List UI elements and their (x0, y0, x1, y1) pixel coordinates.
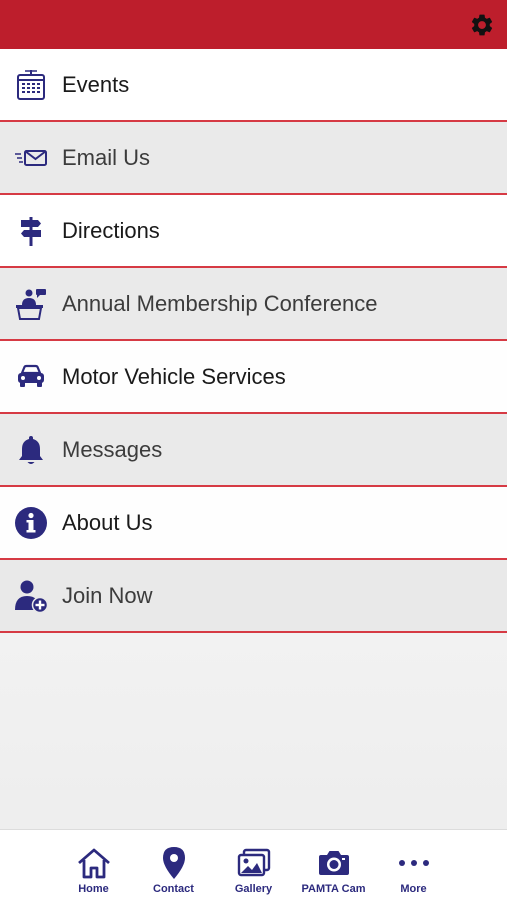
conference-speaker-icon (13, 286, 49, 322)
tab-contact[interactable]: Contact (134, 830, 214, 900)
more-icon (397, 846, 431, 880)
signpost-icon (13, 213, 49, 249)
menu-item-email-us[interactable]: Email Us (0, 122, 507, 195)
info-icon (13, 505, 49, 541)
tab-label: More (400, 883, 427, 895)
menu-item-events[interactable]: Events (0, 49, 507, 122)
main-menu: Events Email Us Directions Annual Member… (0, 49, 507, 633)
menu-item-join-now[interactable]: Join Now (0, 560, 507, 633)
tab-label: PAMTA Cam (301, 883, 366, 895)
tab-gallery[interactable]: Gallery (214, 830, 294, 900)
menu-item-label: Email Us (62, 144, 151, 170)
add-user-icon (13, 578, 49, 614)
top-bar (0, 0, 507, 49)
menu-item-motor-vehicle-services[interactable]: Motor Vehicle Services (0, 341, 507, 414)
menu-item-label: Motor Vehicle Services (62, 363, 286, 389)
email-icon (13, 140, 49, 176)
tab-more[interactable]: More (374, 830, 454, 900)
camera-icon (317, 846, 351, 880)
tab-label: Gallery (234, 883, 273, 895)
menu-item-label: Join Now (62, 582, 153, 608)
bottom-tab-bar: Home Contact Gallery PAMTA Cam More (0, 829, 507, 900)
car-icon (13, 359, 49, 395)
gallery-icon (237, 846, 271, 880)
tab-home[interactable]: Home (54, 830, 134, 900)
gear-icon[interactable] (469, 12, 495, 38)
menu-item-label: Directions (62, 217, 160, 243)
menu-item-annual-membership-conference[interactable]: Annual Membership Conference (0, 268, 507, 341)
tab-label: Home (78, 883, 109, 895)
tab-label: Contact (153, 883, 194, 895)
menu-item-label: Events (62, 71, 130, 97)
calendar-icon (13, 67, 49, 103)
menu-item-about-us[interactable]: About Us (0, 487, 507, 560)
home-icon (77, 846, 111, 880)
menu-item-label: About Us (62, 509, 153, 535)
menu-item-directions[interactable]: Directions (0, 195, 507, 268)
map-pin-icon (157, 846, 191, 880)
bell-icon (13, 432, 49, 468)
menu-item-messages[interactable]: Messages (0, 414, 507, 487)
menu-item-label: Annual Membership Conference (62, 290, 378, 316)
tab-pamta-cam[interactable]: PAMTA Cam (294, 830, 374, 900)
menu-item-label: Messages (62, 436, 163, 462)
